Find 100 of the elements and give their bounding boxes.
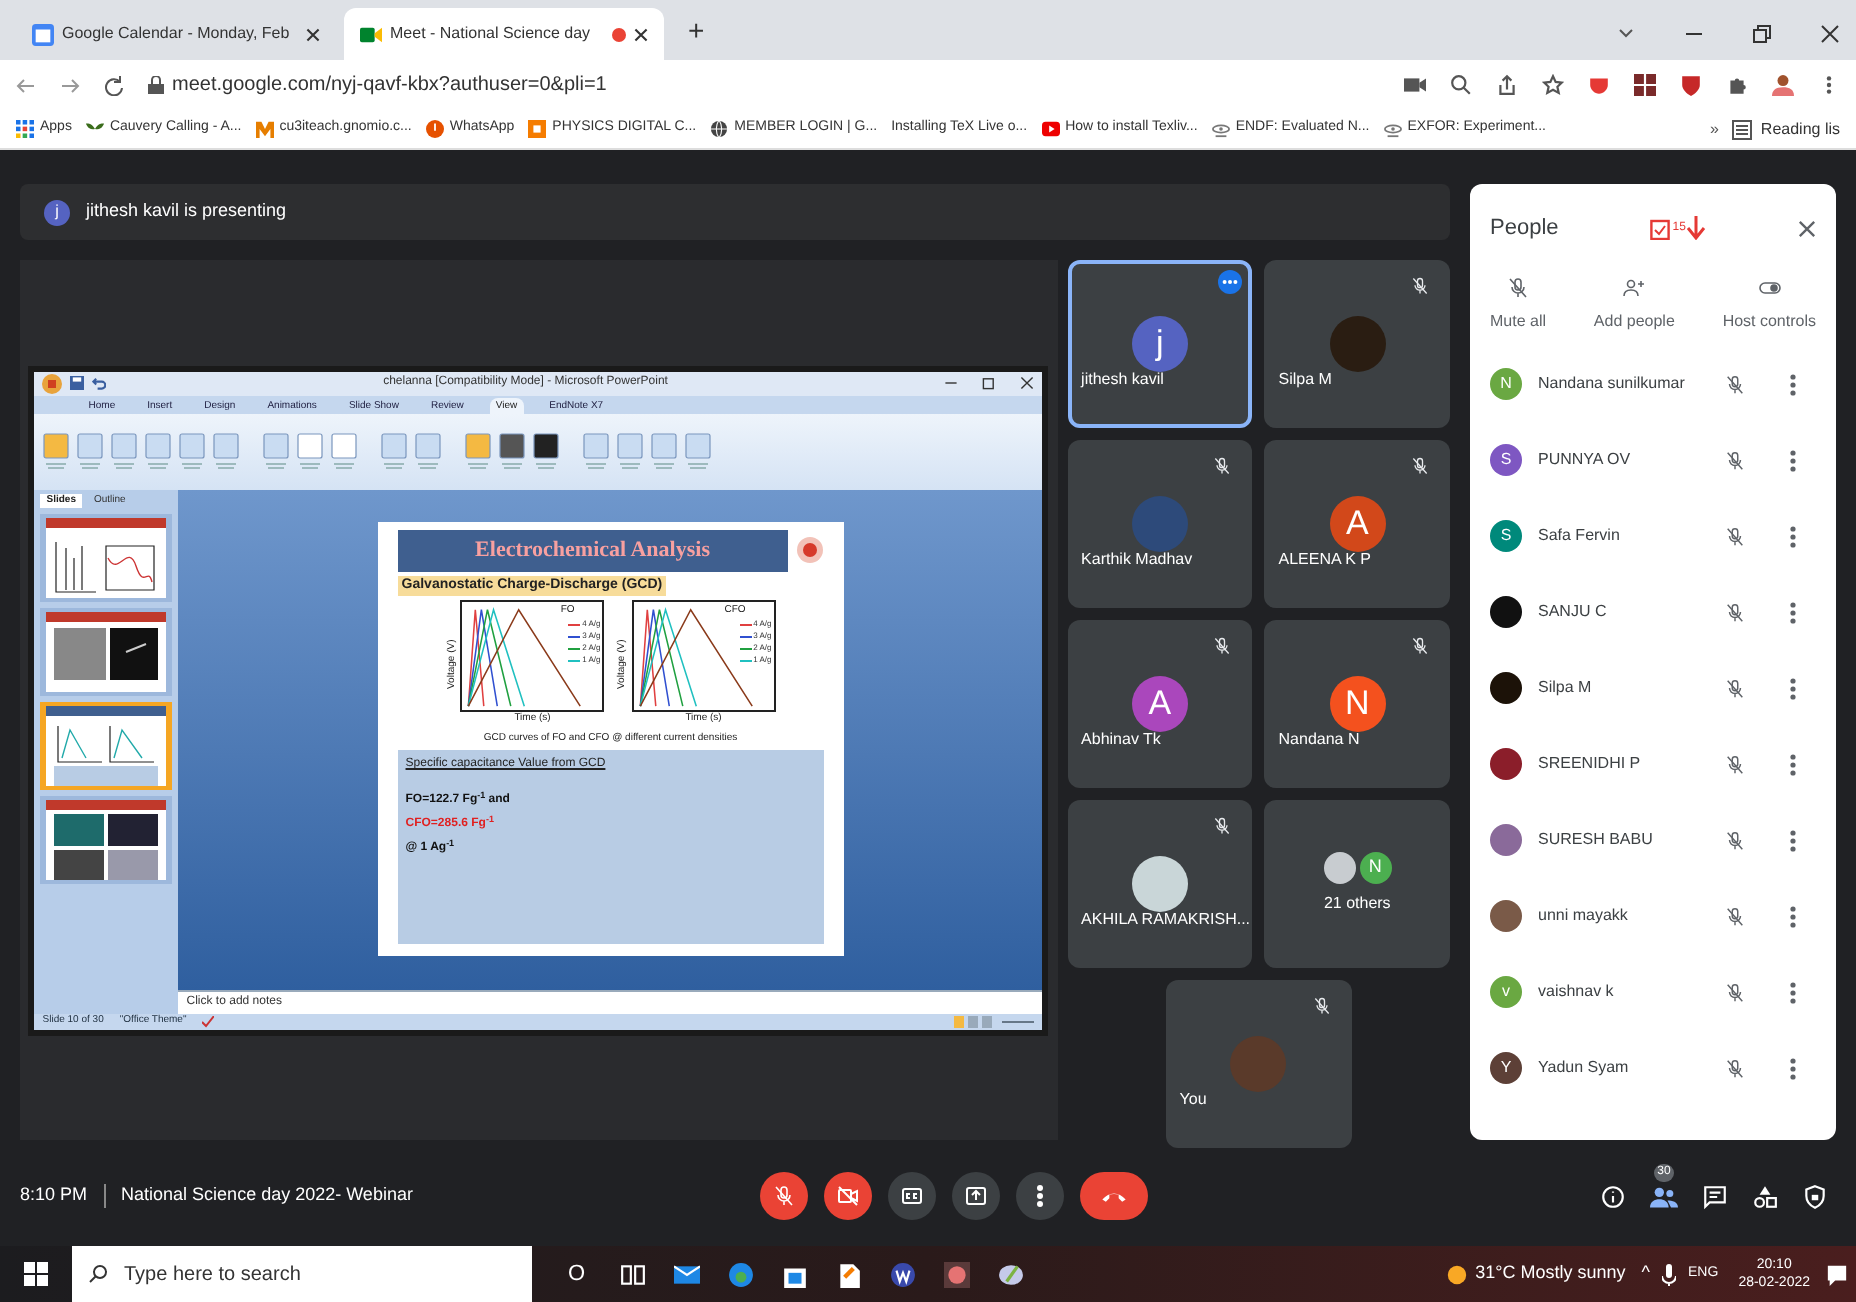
more-options-icon[interactable] xyxy=(1218,270,1243,294)
participant-row[interactable]: S PUNNYA OV xyxy=(1490,422,1816,498)
close-icon[interactable] xyxy=(306,27,320,41)
back-arrow-icon[interactable] xyxy=(16,75,36,95)
participant-row[interactable]: N Nandana sunilkumar xyxy=(1490,346,1816,422)
mic-off-icon[interactable] xyxy=(1724,829,1746,851)
more-vertical-icon[interactable] xyxy=(1790,525,1796,547)
undo-icon[interactable] xyxy=(92,376,107,390)
grid-icon[interactable] xyxy=(1634,74,1656,96)
video-camera-icon[interactable] xyxy=(1404,74,1426,96)
mic-off-button[interactable] xyxy=(760,1172,808,1220)
more-bookmarks-button[interactable]: » xyxy=(1709,117,1719,141)
close-icon[interactable] xyxy=(1020,376,1035,390)
mic-off-icon[interactable] xyxy=(1724,601,1746,623)
shield-icon[interactable] xyxy=(1680,74,1702,96)
mic-off-icon[interactable] xyxy=(1506,276,1530,300)
slide-thumbnail[interactable] xyxy=(40,608,173,696)
mic-off-icon[interactable] xyxy=(1724,981,1746,1003)
people-icon[interactable] xyxy=(1650,1183,1678,1209)
participant-row[interactable]: unni mayakk xyxy=(1490,878,1816,954)
more-vertical-icon[interactable] xyxy=(1790,829,1796,851)
paint-icon[interactable] xyxy=(997,1261,1024,1287)
participant-row[interactable]: S Safa Fervin xyxy=(1490,498,1816,574)
profile-avatar-icon[interactable] xyxy=(1772,74,1794,96)
task-view-icon[interactable] xyxy=(619,1261,646,1287)
mic-off-icon[interactable] xyxy=(1724,905,1746,927)
save-icon[interactable] xyxy=(70,376,85,390)
new-tab-button[interactable]: + xyxy=(672,10,721,60)
url-field[interactable]: meet.google.com/nyj-qavf-kbx?authuser=0&pli=1 xyxy=(172,70,607,100)
participant-tile[interactable]: N 21 others xyxy=(1264,800,1450,968)
reading-list-button[interactable]: Reading lis xyxy=(1760,117,1840,141)
toolbar-icon[interactable] xyxy=(532,431,561,471)
close-icon[interactable] xyxy=(1820,24,1840,44)
windows-logo-icon[interactable] xyxy=(24,1262,48,1286)
weather-text[interactable]: 31°C Mostly sunny xyxy=(1475,1260,1626,1288)
share-icon[interactable] xyxy=(1496,74,1518,96)
chat-icon[interactable] xyxy=(1702,1183,1728,1209)
participant-tile[interactable]: You xyxy=(1165,980,1352,1148)
close-icon[interactable] xyxy=(1798,219,1817,237)
participant-tile[interactable]: A ALEENA K P xyxy=(1264,440,1450,608)
app-icon[interactable] xyxy=(889,1261,916,1287)
toolbar-icon[interactable] xyxy=(498,431,527,471)
minimize-icon[interactable] xyxy=(944,376,959,390)
participant-tile[interactable]: A Abhinav Tk xyxy=(1067,620,1253,788)
cortana-button[interactable]: O xyxy=(568,1257,586,1291)
mic-off-icon[interactable] xyxy=(1724,753,1746,775)
forward-arrow-icon[interactable] xyxy=(60,75,80,95)
notifications-icon[interactable] xyxy=(1826,1263,1848,1285)
slide-thumbnail[interactable] xyxy=(40,514,173,602)
shield-icon[interactable] xyxy=(1588,74,1610,96)
action-button[interactable]: Host controls xyxy=(1722,310,1816,334)
more-vertical-icon[interactable] xyxy=(1790,981,1796,1003)
slide-thumbnail[interactable] xyxy=(40,796,173,884)
view-buttons-icon[interactable] xyxy=(954,1015,1035,1027)
participant-tile[interactable]: Karthik Madhav xyxy=(1067,440,1253,608)
present-button[interactable] xyxy=(952,1172,1000,1220)
reload-icon[interactable] xyxy=(104,75,124,95)
captions-button[interactable] xyxy=(888,1172,936,1220)
zoom-icon[interactable] xyxy=(1450,74,1472,96)
more-options-button[interactable] xyxy=(1016,1172,1064,1220)
mail-icon[interactable] xyxy=(673,1261,700,1287)
participant-row[interactable]: v vaishnav k xyxy=(1490,954,1816,1030)
participant-row[interactable]: Silpa M xyxy=(1490,650,1816,726)
mic-off-icon[interactable] xyxy=(1724,677,1746,699)
document-icon[interactable] xyxy=(835,1261,862,1287)
add-person-icon[interactable] xyxy=(1622,276,1647,300)
more-vertical-icon[interactable] xyxy=(1790,601,1796,623)
mic-off-icon[interactable] xyxy=(1724,525,1746,547)
puzzle-icon[interactable] xyxy=(1726,74,1748,96)
more-vertical-icon[interactable] xyxy=(1790,905,1796,927)
search-field[interactable]: Type here to search xyxy=(72,1246,532,1302)
end-call-button[interactable] xyxy=(1080,1172,1148,1220)
participant-tile[interactable]: N Nandana N xyxy=(1264,620,1450,788)
shapes-icon[interactable] xyxy=(1752,1183,1778,1209)
participant-row[interactable]: Y Yadun Syam xyxy=(1490,1030,1816,1106)
restore-icon[interactable] xyxy=(982,376,997,390)
lock-shield-icon[interactable] xyxy=(1802,1183,1828,1209)
mic-off-icon[interactable] xyxy=(1724,1057,1746,1079)
close-icon[interactable] xyxy=(634,27,648,41)
more-vertical-icon[interactable] xyxy=(1790,1057,1796,1079)
browser-tab[interactable]: Meet - National Science day xyxy=(344,8,664,60)
office-logo-icon[interactable] xyxy=(42,373,63,393)
more-vertical-icon[interactable] xyxy=(1790,373,1796,395)
restore-icon[interactable] xyxy=(1752,24,1772,44)
participant-row[interactable]: SANJU C xyxy=(1490,574,1816,650)
mic-off-icon[interactable] xyxy=(1724,449,1746,471)
participant-tile[interactable]: Silpa M xyxy=(1264,260,1450,428)
info-icon[interactable] xyxy=(1600,1183,1626,1209)
more-vertical-icon[interactable] xyxy=(1790,753,1796,775)
tray-expand-button[interactable]: ^ xyxy=(1641,1260,1651,1288)
toggle-icon[interactable] xyxy=(1757,276,1782,300)
camera-off-button[interactable] xyxy=(824,1172,872,1220)
participant-row[interactable]: SURESH BABU xyxy=(1490,802,1816,878)
action-button[interactable]: Mute all xyxy=(1490,310,1547,334)
participant-row[interactable]: SREENIDHI P xyxy=(1490,726,1816,802)
more-vertical-icon[interactable] xyxy=(1790,677,1796,699)
participant-tile[interactable]: j jithesh kavil xyxy=(1067,260,1253,428)
participant-tile[interactable]: AKHILA RAMAKRISH... xyxy=(1067,800,1253,968)
microphone-icon[interactable] xyxy=(1662,1263,1677,1285)
star-icon[interactable] xyxy=(1542,74,1564,96)
